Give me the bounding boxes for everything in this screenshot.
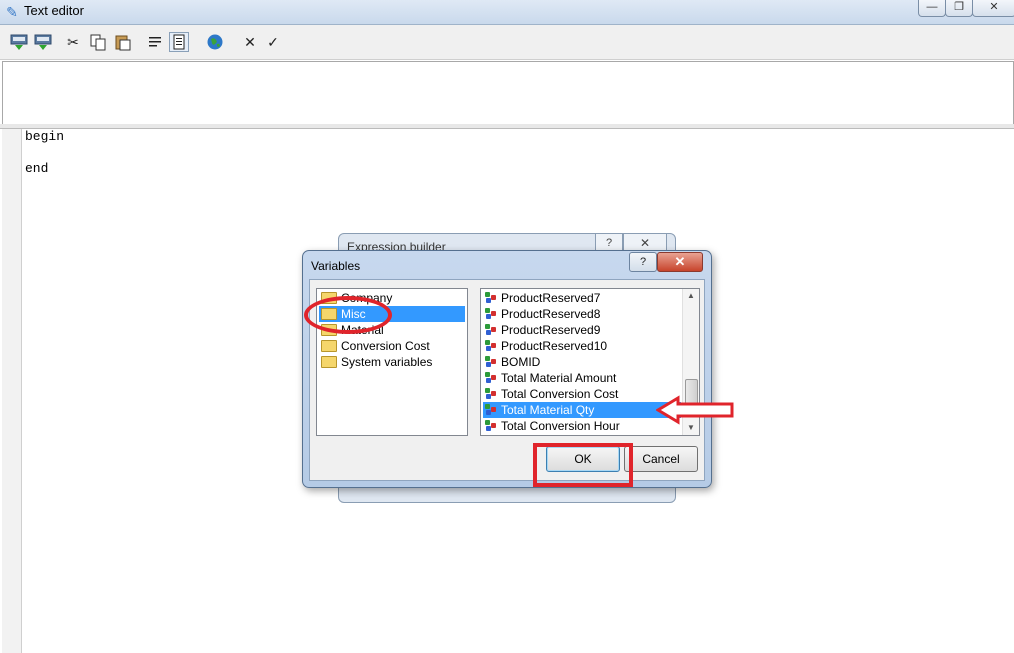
app-icon: ✎ (6, 4, 18, 20)
list-item[interactable]: ProductReserved8 (483, 306, 681, 322)
expression-preview-panel[interactable] (2, 61, 1014, 125)
list-item[interactable]: Total Conversion Hour (483, 418, 681, 434)
minimize-button[interactable]: — (918, 0, 946, 17)
list-item[interactable]: ProductReserved9 (483, 322, 681, 338)
check-icon[interactable]: ✓ (264, 33, 282, 51)
scroll-up-arrow-icon[interactable]: ▲ (683, 289, 699, 303)
list-item[interactable]: ProductReserved10 (483, 338, 681, 354)
window-title: Text editor (24, 3, 84, 18)
tree-item-system-variables[interactable]: System variables (319, 354, 465, 370)
list-item-label: Total Conversion Hour (501, 419, 620, 433)
variables-close-button[interactable]: ✕ (657, 252, 703, 272)
annotation-ellipse-misc (304, 296, 392, 334)
cancel-button[interactable]: Cancel (624, 446, 698, 472)
folder-icon (321, 339, 337, 352)
tree-item-label: Conversion Cost (341, 339, 430, 353)
variables-dialog: Variables ? ✕ Company Misc Material Conv… (302, 250, 712, 488)
globe-icon[interactable] (206, 33, 224, 51)
title-bar: ✎ Text editor — ❐ ✕ (0, 0, 1014, 25)
list-item[interactable]: Total Material Amount (483, 370, 681, 386)
list-item-label: ProductReserved7 (501, 291, 601, 305)
list-item-selected[interactable]: Total Material Qty (483, 402, 681, 418)
variable-icon (485, 323, 497, 336)
code-line-end: end (25, 161, 49, 176)
annotation-box-ok (533, 443, 633, 487)
paste-icon[interactable] (114, 33, 132, 51)
list-item[interactable]: BOMID (483, 354, 681, 370)
variable-icon (485, 307, 497, 320)
variable-icon (485, 419, 497, 432)
cut-icon[interactable]: ✂ (64, 33, 82, 51)
insert-icon[interactable] (10, 33, 28, 51)
toolbar: ✂ ✕ ✓ (0, 25, 1014, 60)
variables-help-button[interactable]: ? (629, 252, 657, 272)
list-item[interactable]: Total Conversion Cost (483, 386, 681, 402)
list-item-label: Total Material Qty (501, 403, 595, 417)
list-item-label: Total Conversion Cost (501, 387, 619, 401)
variable-icon (485, 371, 497, 384)
list-item-label: ProductReserved9 (501, 323, 601, 337)
code-line-begin: begin (25, 129, 65, 144)
page-icon[interactable] (169, 32, 189, 52)
variables-dialog-title: Variables (311, 259, 361, 273)
variable-icon (485, 291, 497, 304)
variable-icon (485, 387, 497, 400)
variable-icon (485, 355, 497, 368)
list-item-label: BOMID (501, 355, 541, 369)
insert-alt-icon[interactable] (34, 33, 52, 51)
cancel-x-icon[interactable]: ✕ (241, 33, 259, 51)
close-window-button[interactable]: ✕ (972, 0, 1014, 17)
variable-icon (485, 339, 497, 352)
editor-gutter (2, 129, 22, 653)
list-item[interactable]: ProductReserved7 (483, 290, 681, 306)
maximize-button[interactable]: ❐ (945, 0, 973, 17)
list-item-label: ProductReserved10 (501, 339, 608, 353)
tree-item-conversion-cost[interactable]: Conversion Cost (319, 338, 465, 354)
annotation-arrow-icon (656, 395, 734, 425)
list-item-label: Total Material Amount (501, 371, 617, 385)
variable-icon (485, 403, 497, 416)
align-icon[interactable] (146, 33, 164, 51)
copy-icon[interactable] (89, 33, 107, 51)
list-item-label: ProductReserved8 (501, 307, 601, 321)
folder-icon (321, 355, 337, 368)
tree-item-label: System variables (341, 355, 433, 369)
